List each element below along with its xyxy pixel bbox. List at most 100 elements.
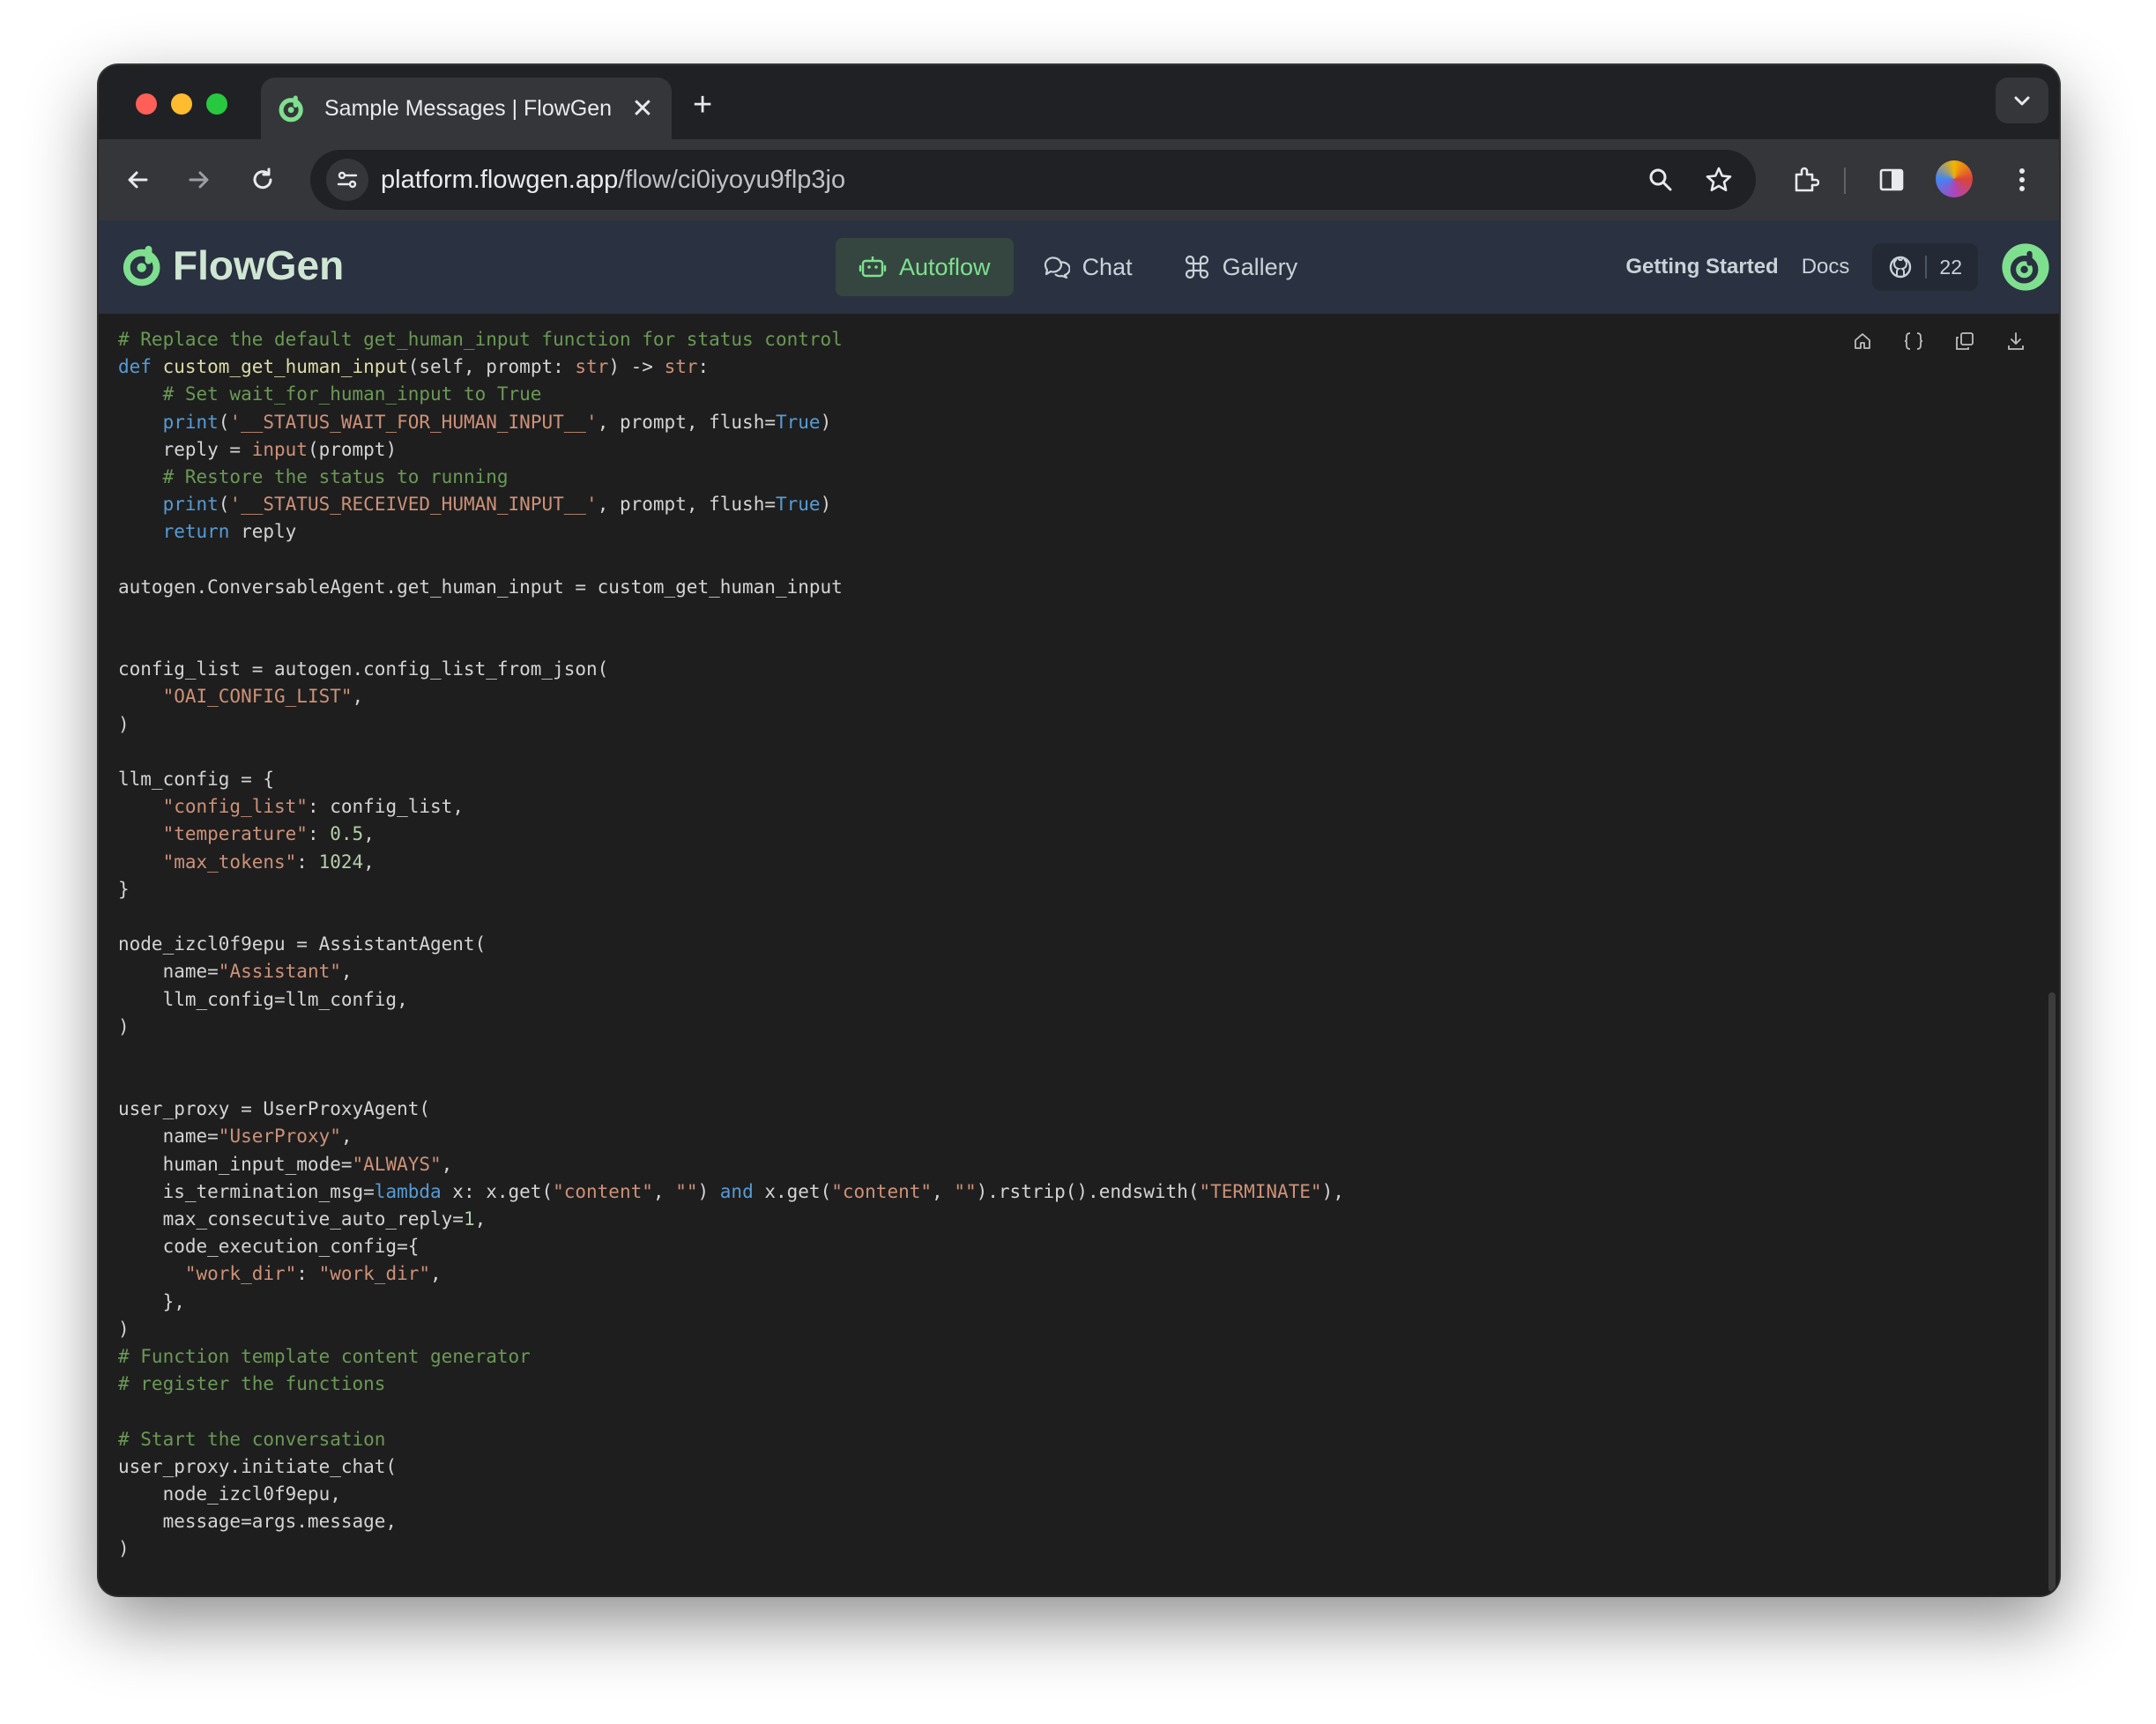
tab-title: Sample Messages | FlowGen xyxy=(324,95,613,121)
code-token: # Start the conversation xyxy=(118,1428,386,1450)
code-line: name="Assistant", xyxy=(118,958,1344,985)
code-token: , xyxy=(441,1153,453,1175)
code-token: : xyxy=(296,851,319,873)
code-token: is_termination_msg= xyxy=(118,1180,375,1202)
code-token: name= xyxy=(118,961,219,983)
nav-tab-label: Gallery xyxy=(1222,253,1298,280)
code-token: def xyxy=(118,356,152,378)
bookmark-star-icon[interactable] xyxy=(1698,159,1740,201)
code-token: config_list = autogen.config_list_from_j… xyxy=(118,658,609,680)
kebab-menu-icon[interactable] xyxy=(2001,159,2043,201)
code-token: # Function template content generator xyxy=(118,1345,531,1367)
flowgen-logo[interactable]: FlowGen xyxy=(120,242,344,289)
home-button[interactable] xyxy=(1837,326,1888,356)
getting-started-link[interactable]: Getting Started xyxy=(1625,255,1778,279)
code-token: "work_dir" xyxy=(184,1263,297,1285)
code-token: str xyxy=(664,356,698,378)
code-token: ) xyxy=(820,411,832,433)
code-token: "content" xyxy=(553,1180,653,1202)
brand-name: FlowGen xyxy=(173,242,345,288)
github-icon xyxy=(1890,256,1912,279)
url-path: /flow/ci0iyoyu9flp3jo xyxy=(618,165,846,194)
code-line: # register the functions xyxy=(118,1371,1344,1398)
flowgen-favicon-icon xyxy=(279,95,303,123)
code-token: "work_dir" xyxy=(318,1263,431,1285)
code-line: is_termination_msg=lambda x: x.get("cont… xyxy=(118,1178,1344,1206)
robot-icon xyxy=(859,256,887,278)
braces-icon xyxy=(1904,332,1923,350)
code-line: "max_tokens": 1024, xyxy=(118,849,1344,876)
code-line: # Function template content generator xyxy=(118,1343,1344,1371)
zoom-icon[interactable] xyxy=(1639,159,1682,201)
code-token: ( xyxy=(218,494,230,516)
nav-tab-chat[interactable]: Chat xyxy=(1019,238,1156,296)
side-panel-icon[interactable] xyxy=(1870,159,1913,201)
code-line: llm_config = { xyxy=(118,766,1344,793)
code-token: llm_config=llm_config, xyxy=(118,988,408,1010)
code-token: , xyxy=(474,1208,487,1230)
code-token: "OAI_CONFIG_LIST" xyxy=(162,686,353,708)
code-line: code_execution_config={ xyxy=(118,1233,1344,1260)
browser-tab[interactable]: Sample Messages | FlowGen ✕ xyxy=(261,78,672,139)
nav-tab-autoflow[interactable]: Autoflow xyxy=(836,238,1014,296)
browser-toolbar: platform.flowgen.app/flow/ci0iyoyu9flp3j… xyxy=(99,139,2059,220)
close-window-button[interactable] xyxy=(136,93,157,115)
code-line: # Restore the status to running xyxy=(118,464,1344,491)
copy-button[interactable] xyxy=(1939,326,1990,356)
tab-close-icon[interactable]: ✕ xyxy=(629,93,656,124)
code-token: reply = xyxy=(118,438,252,460)
code-line: llm_config=llm_config, xyxy=(118,986,1344,1014)
code-line: user_proxy.initiate_chat( xyxy=(118,1453,1344,1481)
arrow-left-icon xyxy=(128,171,148,189)
tab-strip: Sample Messages | FlowGen ✕ + xyxy=(99,65,2059,139)
code-line: # Set wait_for_human_input to True xyxy=(118,381,1344,408)
code-token: , xyxy=(340,1126,353,1148)
code-line: ) xyxy=(118,1014,1344,1041)
format-code-button[interactable] xyxy=(1888,326,1939,356)
extensions-icon[interactable] xyxy=(1784,159,1826,201)
code-token: "Assistant" xyxy=(218,961,341,983)
address-bar[interactable]: platform.flowgen.app/flow/ci0iyoyu9flp3j… xyxy=(310,150,1756,210)
reload-icon xyxy=(253,167,272,189)
download-button[interactable] xyxy=(1990,326,2041,356)
back-button[interactable] xyxy=(116,159,159,201)
code-token: llm_config = { xyxy=(118,769,275,790)
profile-avatar[interactable] xyxy=(1936,160,1973,197)
forward-button[interactable] xyxy=(178,159,220,201)
copy-icon xyxy=(1956,332,1974,350)
url-text[interactable]: platform.flowgen.app/flow/ci0iyoyu9flp3j… xyxy=(381,166,1639,195)
flowgen-avatar-icon[interactable] xyxy=(2001,242,2050,292)
maximize-window-button[interactable] xyxy=(206,93,227,115)
code-line: def custom_get_human_input(self, prompt:… xyxy=(118,353,1344,381)
code-block[interactable]: # Replace the default get_human_input fu… xyxy=(118,326,1344,1563)
code-token: , xyxy=(363,851,375,873)
nav-tab-gallery[interactable]: Gallery xyxy=(1161,238,1321,296)
code-line: name="UserProxy", xyxy=(118,1123,1344,1150)
docs-link[interactable]: Docs xyxy=(1802,255,1850,279)
code-token: (self, prompt: xyxy=(407,356,576,378)
github-stars-button[interactable]: 22 xyxy=(1872,243,1978,291)
reload-button[interactable] xyxy=(242,159,284,201)
tab-search-button[interactable] xyxy=(1996,78,2048,123)
new-tab-icon[interactable]: + xyxy=(693,86,712,124)
code-token: human_input_mode= xyxy=(118,1153,353,1175)
code-line: # Start the conversation xyxy=(118,1426,1344,1453)
code-token: "content" xyxy=(831,1180,933,1202)
code-line: "config_list": config_list, xyxy=(118,793,1344,821)
code-token: "max_tokens" xyxy=(162,851,297,873)
code-scrollbar[interactable] xyxy=(2048,992,2056,1592)
site-info-icon[interactable] xyxy=(326,159,368,201)
code-token: } xyxy=(118,878,130,900)
code-token: and xyxy=(719,1180,754,1202)
minimize-window-button[interactable] xyxy=(171,93,192,115)
code-token: , xyxy=(340,961,353,983)
code-token: ), xyxy=(1321,1180,1344,1202)
code-token: # Restore the status to running xyxy=(162,465,509,487)
code-token: "temperature" xyxy=(162,823,308,845)
